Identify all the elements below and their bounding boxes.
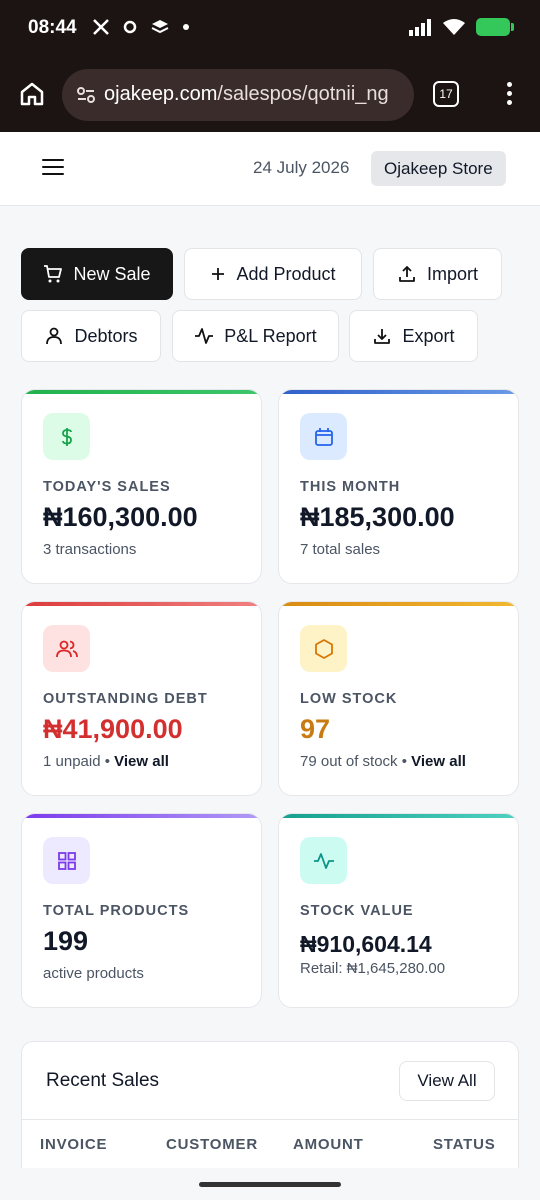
system-icons bbox=[408, 18, 514, 36]
browser-toolbar: ojakeep.com/salespos/qotnii_ng 17 bbox=[0, 58, 540, 132]
unpaid-count: 1 unpaid bbox=[43, 753, 101, 770]
card-subtext: 7 total sales bbox=[300, 541, 381, 558]
view-debtors-link[interactable]: View all bbox=[114, 753, 169, 770]
total-products-card: TOTAL PRODUCTS 199 active products bbox=[21, 813, 262, 1008]
recent-sales-title: Recent Sales bbox=[46, 1070, 160, 1091]
x-app-icon bbox=[93, 19, 109, 35]
card-label: STOCK VALUE bbox=[300, 903, 414, 919]
tab-switcher-button[interactable]: 17 bbox=[433, 81, 459, 107]
layers-icon bbox=[151, 20, 169, 34]
browser-menu-icon[interactable] bbox=[500, 82, 518, 108]
url-text[interactable]: ojakeep.com/salespos/qotnii_ng bbox=[104, 83, 389, 106]
calendar-icon bbox=[300, 413, 347, 460]
card-accent-bar bbox=[22, 602, 261, 606]
todays-sales-card: TODAY'S SALES ₦160,300.00 3 transactions bbox=[21, 389, 262, 584]
wifi-icon bbox=[443, 19, 465, 35]
url-host: ojakeep.com bbox=[104, 83, 218, 105]
activity-icon bbox=[300, 837, 347, 884]
card-label: TOTAL PRODUCTS bbox=[43, 903, 190, 919]
card-accent-bar bbox=[22, 390, 261, 394]
address-bar[interactable]: ojakeep.com/salespos/qotnii_ng bbox=[62, 69, 414, 121]
debtors-button[interactable]: Debtors bbox=[21, 310, 161, 362]
battery-icon bbox=[476, 18, 514, 36]
grid-icon bbox=[43, 837, 90, 884]
pl-report-button[interactable]: P&L Report bbox=[172, 310, 339, 362]
recent-sales-table-header: INVOICE CUSTOMER AMOUNT STATUS bbox=[22, 1119, 518, 1169]
dot-icon bbox=[183, 24, 189, 30]
card-subtext: active products bbox=[43, 965, 144, 982]
import-label: Import bbox=[426, 263, 478, 284]
column-header-invoice[interactable]: INVOICE bbox=[40, 1136, 107, 1153]
dollar-icon bbox=[43, 413, 90, 460]
card-value: ₦41,900.00 bbox=[43, 714, 183, 744]
card-subtext: 79 out of stock • View all bbox=[300, 753, 466, 770]
user-icon bbox=[46, 327, 63, 345]
add-product-button[interactable]: Add Product bbox=[184, 248, 362, 300]
notification-icons bbox=[92, 18, 190, 36]
import-button[interactable]: Import bbox=[373, 248, 502, 300]
debtors-label: Debtors bbox=[74, 325, 138, 346]
app-header: 24 July 2026 Ojakeep Store bbox=[0, 132, 540, 206]
out-of-stock-count: 79 out of stock bbox=[300, 753, 398, 770]
card-accent-bar bbox=[279, 814, 518, 818]
home-icon[interactable] bbox=[18, 80, 46, 108]
upload-icon bbox=[399, 266, 415, 282]
export-button[interactable]: Export bbox=[349, 310, 478, 362]
view-low-stock-link[interactable]: View all bbox=[411, 753, 466, 770]
card-subtext: 3 transactions bbox=[43, 541, 137, 558]
new-sale-label: New Sale bbox=[73, 263, 151, 284]
card-label: TODAY'S SALES bbox=[43, 479, 171, 495]
signal-icon bbox=[409, 19, 431, 36]
download-icon bbox=[374, 329, 391, 344]
card-subtext: 1 unpaid • View all bbox=[43, 753, 169, 770]
activity-icon bbox=[195, 328, 214, 344]
card-value: 199 bbox=[43, 926, 89, 956]
column-header-amount[interactable]: AMOUNT bbox=[293, 1136, 364, 1153]
card-subtext: Retail: ₦1,645,280.00 bbox=[300, 960, 446, 977]
view-all-sales-button[interactable]: View All bbox=[399, 1061, 495, 1101]
plus-icon bbox=[212, 268, 225, 280]
store-selector[interactable]: Ojakeep Store bbox=[371, 151, 506, 186]
site-settings-icon[interactable] bbox=[76, 85, 96, 105]
menu-icon[interactable] bbox=[42, 159, 64, 177]
export-label: Export bbox=[402, 325, 455, 346]
gesture-nav-handle[interactable] bbox=[199, 1182, 341, 1187]
low-stock-card: LOW STOCK 97 79 out of stock • View all bbox=[278, 601, 519, 796]
status-bar: 08:44 bbox=[0, 0, 540, 58]
sync-icon bbox=[123, 20, 137, 34]
stock-value-card: STOCK VALUE ₦910,604.14 Retail: ₦1,645,2… bbox=[278, 813, 519, 1008]
this-month-card: THIS MONTH ₦185,300.00 7 total sales bbox=[278, 389, 519, 584]
new-sale-button[interactable]: New Sale bbox=[21, 248, 173, 300]
url-path: /salespos/qotnii_ng bbox=[217, 83, 389, 105]
card-value: 97 bbox=[300, 714, 331, 744]
pl-report-label: P&L Report bbox=[224, 325, 317, 346]
add-product-label: Add Product bbox=[236, 263, 336, 284]
card-accent-bar bbox=[22, 814, 261, 818]
card-accent-bar bbox=[279, 390, 518, 394]
users-icon bbox=[43, 625, 90, 672]
outstanding-debt-card: OUTSTANDING DEBT ₦41,900.00 1 unpaid • V… bbox=[21, 601, 262, 796]
column-header-customer[interactable]: CUSTOMER bbox=[166, 1136, 258, 1153]
card-value: ₦160,300.00 bbox=[43, 502, 198, 532]
current-date: 24 July 2026 bbox=[253, 158, 350, 177]
cart-icon bbox=[44, 265, 63, 283]
card-label: OUTSTANDING DEBT bbox=[43, 691, 208, 707]
card-label: LOW STOCK bbox=[300, 691, 398, 707]
status-time: 08:44 bbox=[28, 17, 77, 38]
card-label: THIS MONTH bbox=[300, 479, 401, 495]
column-header-status[interactable]: STATUS bbox=[433, 1136, 496, 1153]
card-value: ₦910,604.14 bbox=[300, 931, 432, 957]
hexagon-icon bbox=[300, 625, 347, 672]
card-value: ₦185,300.00 bbox=[300, 502, 455, 532]
card-accent-bar bbox=[279, 602, 518, 606]
